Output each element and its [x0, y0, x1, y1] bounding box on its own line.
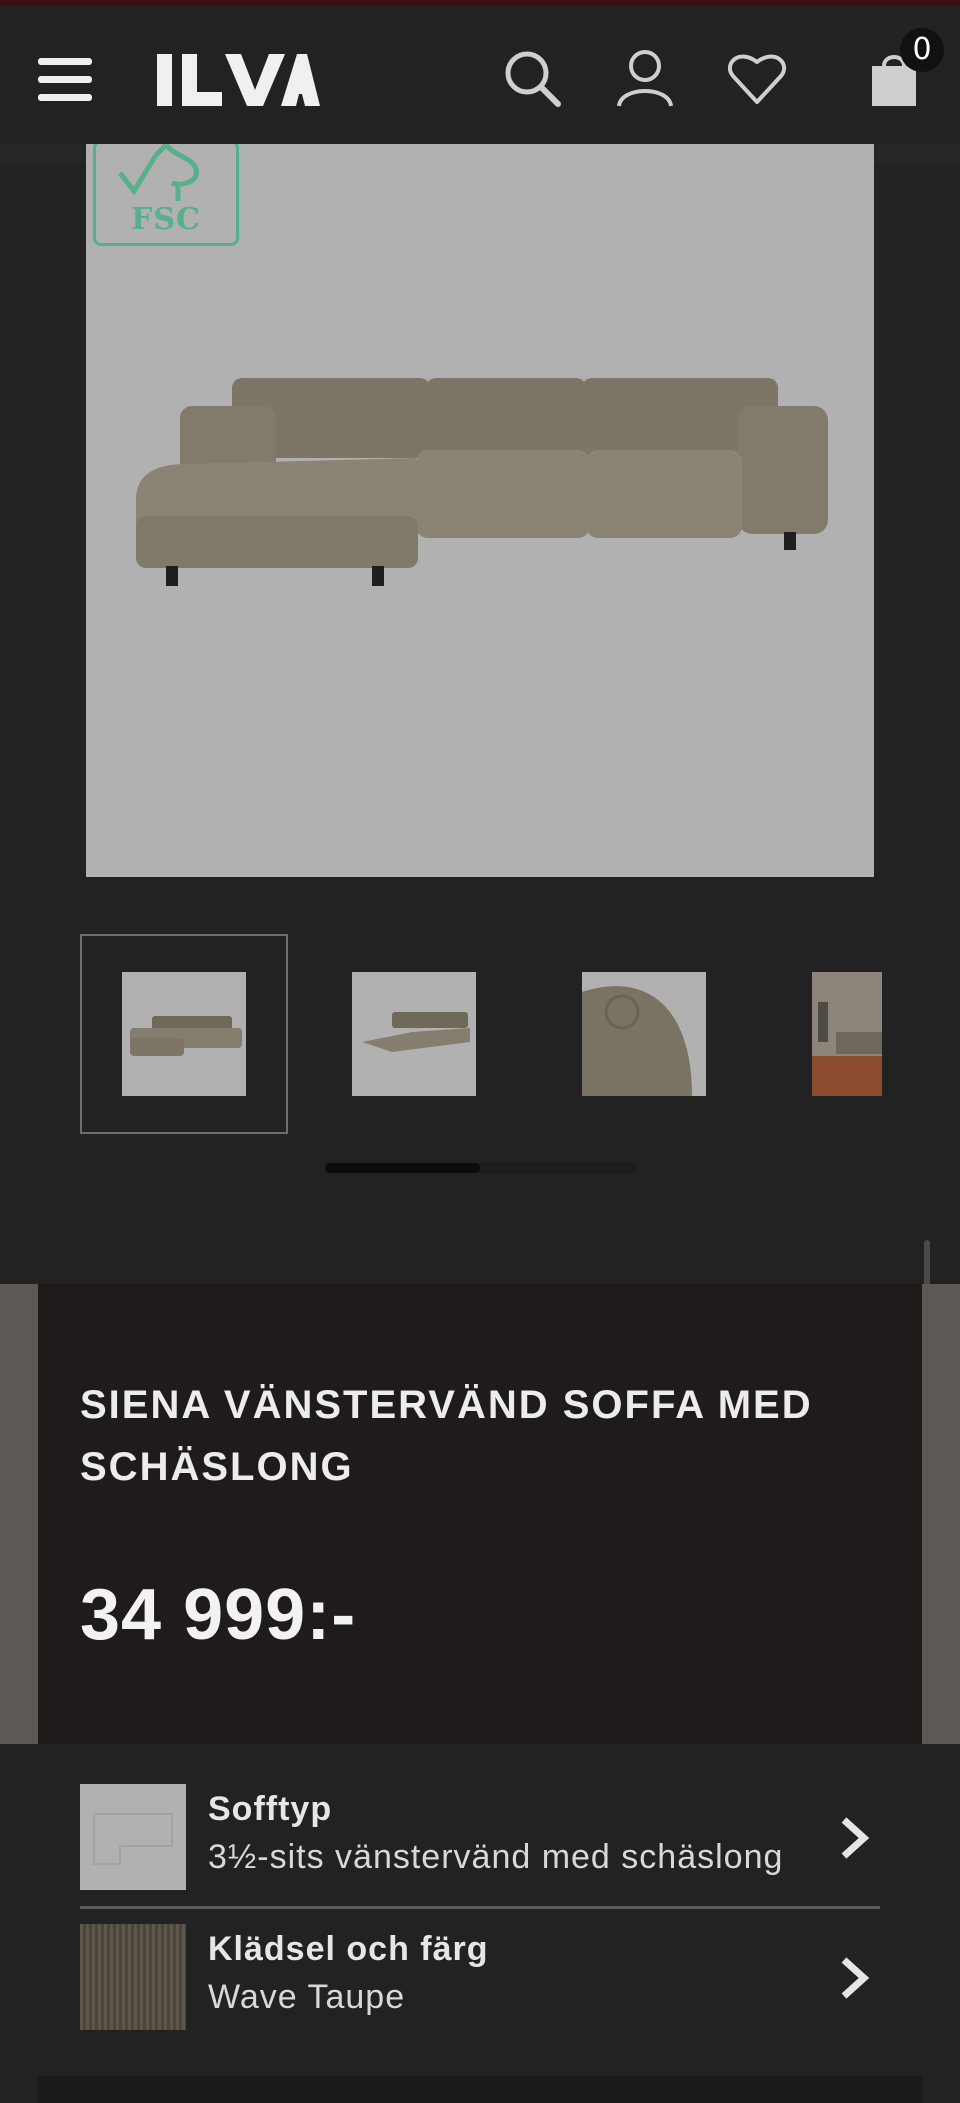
chevron-right-icon[interactable]: [834, 1954, 874, 2002]
ilva-logo[interactable]: [155, 50, 320, 110]
option-divider: [80, 1906, 880, 1909]
thumbnail-4[interactable]: [812, 972, 882, 1096]
product-title: SIENA VÄNSTERVÄND SOFFA MED SCHÄSLONG: [80, 1374, 840, 1498]
product-main-image[interactable]: FSC: [86, 144, 874, 877]
user-icon[interactable]: [613, 46, 677, 110]
site-header: 0: [0, 6, 960, 144]
thumbnail-fabric-detail-image: [582, 972, 706, 1096]
option-fabric-swatch: [80, 1924, 186, 2030]
thumbnail-3[interactable]: [582, 972, 706, 1096]
chevron-right-icon[interactable]: [834, 1814, 874, 1862]
product-info-panel: SIENA VÄNSTERVÄND SOFFA MED SCHÄSLONG 34…: [0, 1284, 960, 1744]
option-value: 3½-sits vänstervänd med schäslong: [208, 1838, 784, 1876]
product-info-card: SIENA VÄNSTERVÄND SOFFA MED SCHÄSLONG 34…: [38, 1284, 922, 1744]
thumbnail-1[interactable]: [122, 972, 246, 1096]
product-price: 34 999:-: [80, 1575, 357, 1655]
option-row-upholstery[interactable]: Klädsel och färg Wave Taupe: [80, 1924, 880, 2062]
option-sofa-type-image: [80, 1784, 186, 1890]
carousel-progress-thumb[interactable]: [325, 1163, 480, 1173]
hamburger-menu-icon[interactable]: [38, 56, 94, 104]
thumbnail-room-image: [812, 972, 882, 1096]
search-icon[interactable]: [500, 46, 564, 110]
product-brand: SIENA: [80, 1383, 211, 1427]
thumbnail-2[interactable]: [352, 972, 476, 1096]
cart-count-badge: 0: [900, 28, 944, 72]
thumbnail-sofa-front-image: [130, 1016, 242, 1056]
next-section-edge: [38, 2076, 922, 2103]
sofa-outline-icon: [93, 1813, 173, 1865]
sofa-image: [136, 378, 828, 586]
thumbnail-strip: [80, 934, 882, 1134]
heart-icon[interactable]: [725, 46, 789, 110]
option-label: Klädsel och färg: [208, 1930, 489, 1968]
option-value: Wave Taupe: [208, 1978, 406, 2016]
option-row-sofa-type[interactable]: Sofftyp 3½-sits vänstervänd med schäslon…: [80, 1784, 880, 1922]
option-label: Sofftyp: [208, 1790, 333, 1828]
carousel-progress-bar[interactable]: [325, 1163, 635, 1173]
thumbnail-sofa-angle-image: [362, 1012, 470, 1052]
